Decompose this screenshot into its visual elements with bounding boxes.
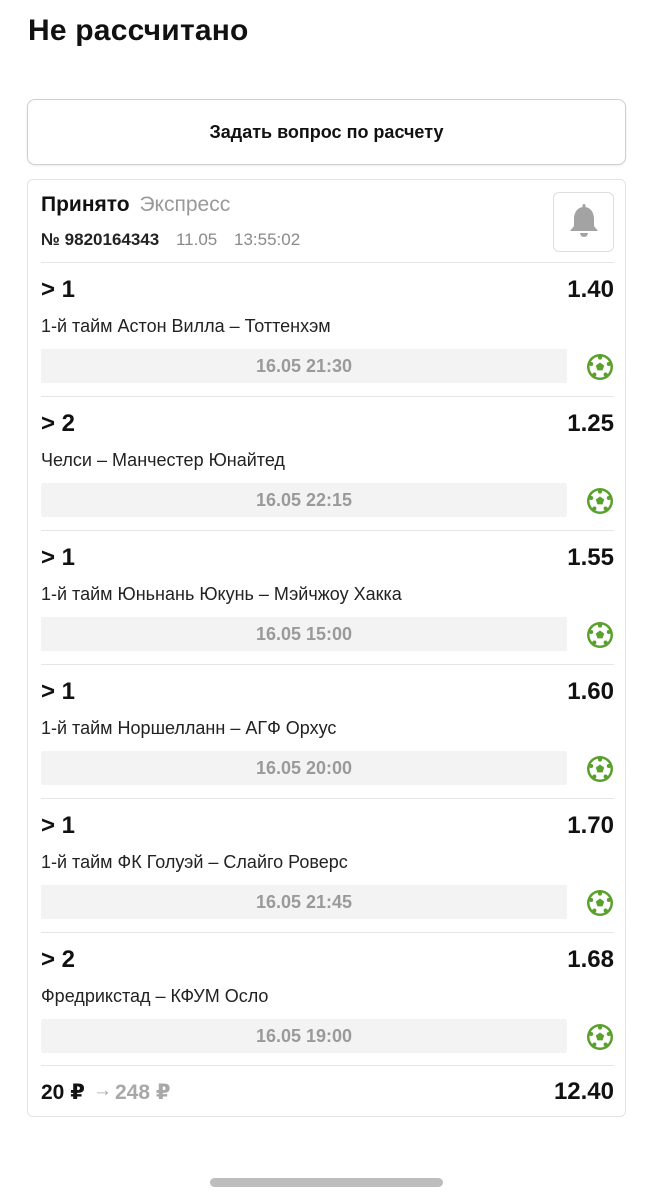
bet-number: № 9820164343 [41, 230, 160, 249]
total-row: 20 ₽ → 248 ₽ 12.40 [41, 1065, 614, 1115]
event-row[interactable]: > 1 1.55 1-й тайм Юньнань Юкунь – Мэйчжоу … [41, 530, 614, 664]
event-start-time: 16.05 20:00 [41, 751, 567, 785]
page-title: Не рассчитано [28, 14, 249, 47]
event-start-time: 16.05 22:15 [41, 483, 567, 517]
football-icon [586, 1023, 614, 1051]
event-row[interactable]: > 2 1.25 Челси – Манчестер Юнайтед 16.05 22… [41, 396, 614, 530]
event-odds: 1.40 [567, 276, 614, 303]
event-odds: 1.55 [567, 544, 614, 571]
event-odds: 1.60 [567, 678, 614, 705]
bet-status: Принято [41, 193, 130, 216]
ask-question-button[interactable]: Задать вопрос по расчету [27, 99, 626, 165]
bet-type: Экспресс [139, 193, 231, 216]
total-odds: 12.40 [553, 1078, 614, 1105]
home-indicator[interactable] [210, 1178, 443, 1187]
status-line: Принято Экспресс [41, 192, 230, 218]
event-start-time: 16.05 21:45 [41, 885, 567, 919]
payout-amount: 248 ₽ [115, 1081, 171, 1104]
event-start-time: 16.05 21:30 [41, 349, 567, 383]
event-outcome: > 2 [41, 410, 76, 437]
event-start-time: 16.05 19:00 [41, 1019, 567, 1053]
football-icon [586, 353, 614, 381]
event-match: Фредрикстад – КФУМ Осло [41, 986, 269, 1006]
stake-amount: 20 ₽ [41, 1081, 85, 1104]
event-row[interactable]: > 1 1.60 1-й тайм Норшелланн – АГФ Орхус 16… [41, 664, 614, 798]
football-icon [586, 621, 614, 649]
event-match: 1-й тайм Юньнань Юкунь – Мэйчжоу Хакка [41, 584, 402, 604]
event-match: 1-й тайм Норшелланн – АГФ Орхус [41, 718, 337, 738]
event-match: 1-й тайм Астон Вилла – Тоттенхэм [41, 316, 331, 336]
notification-button[interactable] [553, 192, 614, 252]
event-outcome: > 1 [41, 812, 76, 839]
event-outcome: > 2 [41, 946, 76, 973]
event-odds: 1.70 [567, 812, 614, 839]
event-outcome: > 1 [41, 678, 76, 705]
event-row[interactable]: > 2 1.68 Фредрикстад – КФУМ Осло 16.05 19:0… [41, 932, 614, 1066]
bet-meta: № 9820164343 11.05 13:55:02 [41, 229, 300, 251]
bet-card: Принято Экспресс № 9820164343 11.05 13:5… [27, 179, 626, 1117]
event-outcome: > 1 [41, 544, 76, 571]
event-row[interactable]: > 1 1.70 1-й тайм ФК Голуэй – Слайго Ровер… [41, 798, 614, 932]
football-icon [586, 755, 614, 783]
football-icon [586, 889, 614, 917]
arrow-icon: → [93, 1080, 112, 1101]
bell-icon [569, 204, 598, 237]
football-icon [586, 487, 614, 515]
event-match: 1-й тайм ФК Голуэй – Слайго Роверс [41, 852, 348, 872]
bet-header: Принято Экспресс № 9820164343 11.05 13:5… [41, 192, 614, 262]
event-row[interactable]: > 1 1.40 1-й тайм Астон Вилла – Тоттенхэм 1… [41, 262, 614, 396]
bet-time: 13:55:02 [233, 230, 301, 249]
event-outcome: > 1 [41, 276, 76, 303]
event-odds: 1.68 [567, 946, 614, 973]
event-start-time: 16.05 15:00 [41, 617, 567, 651]
event-odds: 1.25 [567, 410, 614, 437]
bet-date: 11.05 [175, 230, 218, 249]
events-list: > 1 1.40 1-й тайм Астон Вилла – Тоттенхэм 1… [41, 262, 614, 1066]
event-match: Челси – Манчестер Юнайтед [41, 450, 285, 470]
